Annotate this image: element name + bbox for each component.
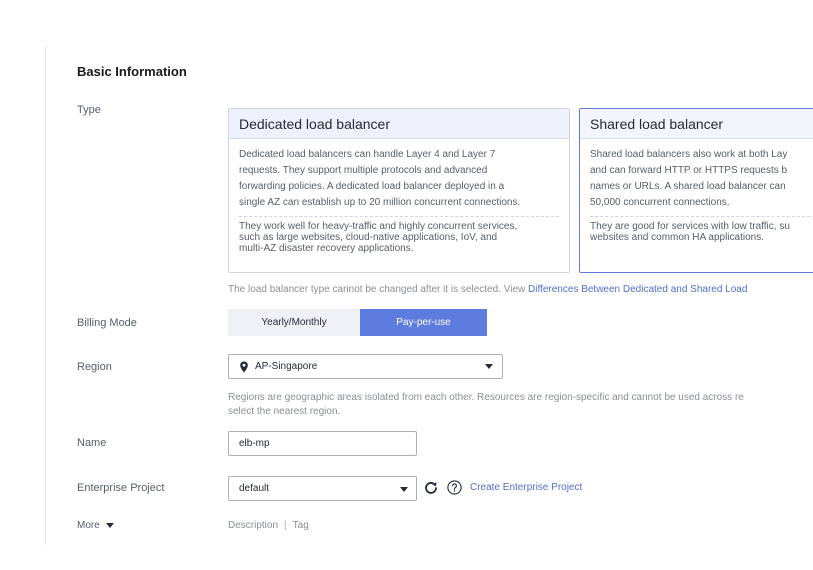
card-divider [239,216,559,217]
enterprise-project-value: default [239,483,270,494]
differences-link[interactable]: Differences Between Dedicated and Shared… [528,284,747,295]
card-desc-line: requests. They support multiple protocol… [239,165,488,176]
card-divider [590,216,813,217]
separator: | [284,520,287,531]
shared-load-balancer-card[interactable]: Shared load balancer Shared load balance… [579,108,813,273]
chevron-down-icon [485,364,493,369]
card-use-line: They are good for services with low traf… [590,221,790,232]
billing-mode-toggle: Yearly/Monthly Pay-per-use [228,309,487,336]
card-desc-line: forwarding policies. A dedicated load ba… [239,181,505,192]
more-options: Description | Tag [228,520,309,531]
type-hint-text: The load balancer type cannot be changed… [228,284,529,295]
type-label: Type [77,104,101,116]
region-hint-line: Regions are geographic areas isolated fr… [228,392,744,403]
name-value: elb-mp [239,438,270,449]
card-desc-line: single AZ can establish up to 20 million… [239,197,521,208]
region-hint: Regions are geographic areas isolated fr… [228,391,744,419]
section-title: Basic Information [77,64,187,79]
caret-down-icon [105,522,114,528]
more-label: More [77,520,100,531]
card-use-line: multi-AZ disaster recovery applications. [239,243,414,254]
dedicated-load-balancer-card[interactable]: Dedicated load balancer Dedicated load b… [228,108,570,273]
region-label: Region [77,361,112,373]
card-use-line: websites and common HA applications. [590,232,764,243]
region-value: AP-Singapore [255,361,318,372]
more-toggle[interactable]: More [77,520,114,531]
refresh-icon[interactable] [424,481,438,495]
billing-option-pay-per-use[interactable]: Pay-per-use [360,309,487,336]
card-desc-line: names or URLs. A shared load balancer ca… [590,181,786,192]
card-title: Dedicated load balancer [229,109,569,139]
billing-mode-label: Billing Mode [77,317,137,329]
enterprise-project-select[interactable]: default [228,476,417,501]
chevron-down-icon [400,487,408,492]
card-use-line: such as large websites, cloud-native app… [239,232,498,243]
tag-option[interactable]: Tag [293,520,309,531]
card-use-line: They work well for heavy-traffic and hig… [239,221,518,232]
region-hint-line: select the nearest region. [228,406,341,417]
name-label: Name [77,437,107,449]
card-desc-line: Shared load balancers also work at both … [590,149,788,160]
help-icon[interactable] [447,480,462,495]
card-desc-line: 50,000 concurrent connections. [590,197,730,208]
location-pin-icon [240,361,248,373]
card-desc-line: Dedicated load balancers can handle Laye… [239,149,496,160]
card-desc-line: and can forward HTTP or HTTPS requests b [590,165,788,176]
type-hint: The load balancer type cannot be changed… [228,284,747,295]
name-input[interactable]: elb-mp [228,431,417,456]
create-enterprise-project-link[interactable]: Create Enterprise Project [470,482,582,493]
card-title: Shared load balancer [580,109,813,139]
description-option[interactable]: Description [228,520,278,531]
enterprise-project-label: Enterprise Project [77,482,165,494]
billing-option-yearly-monthly[interactable]: Yearly/Monthly [228,309,360,336]
region-select[interactable]: AP-Singapore [228,354,503,379]
